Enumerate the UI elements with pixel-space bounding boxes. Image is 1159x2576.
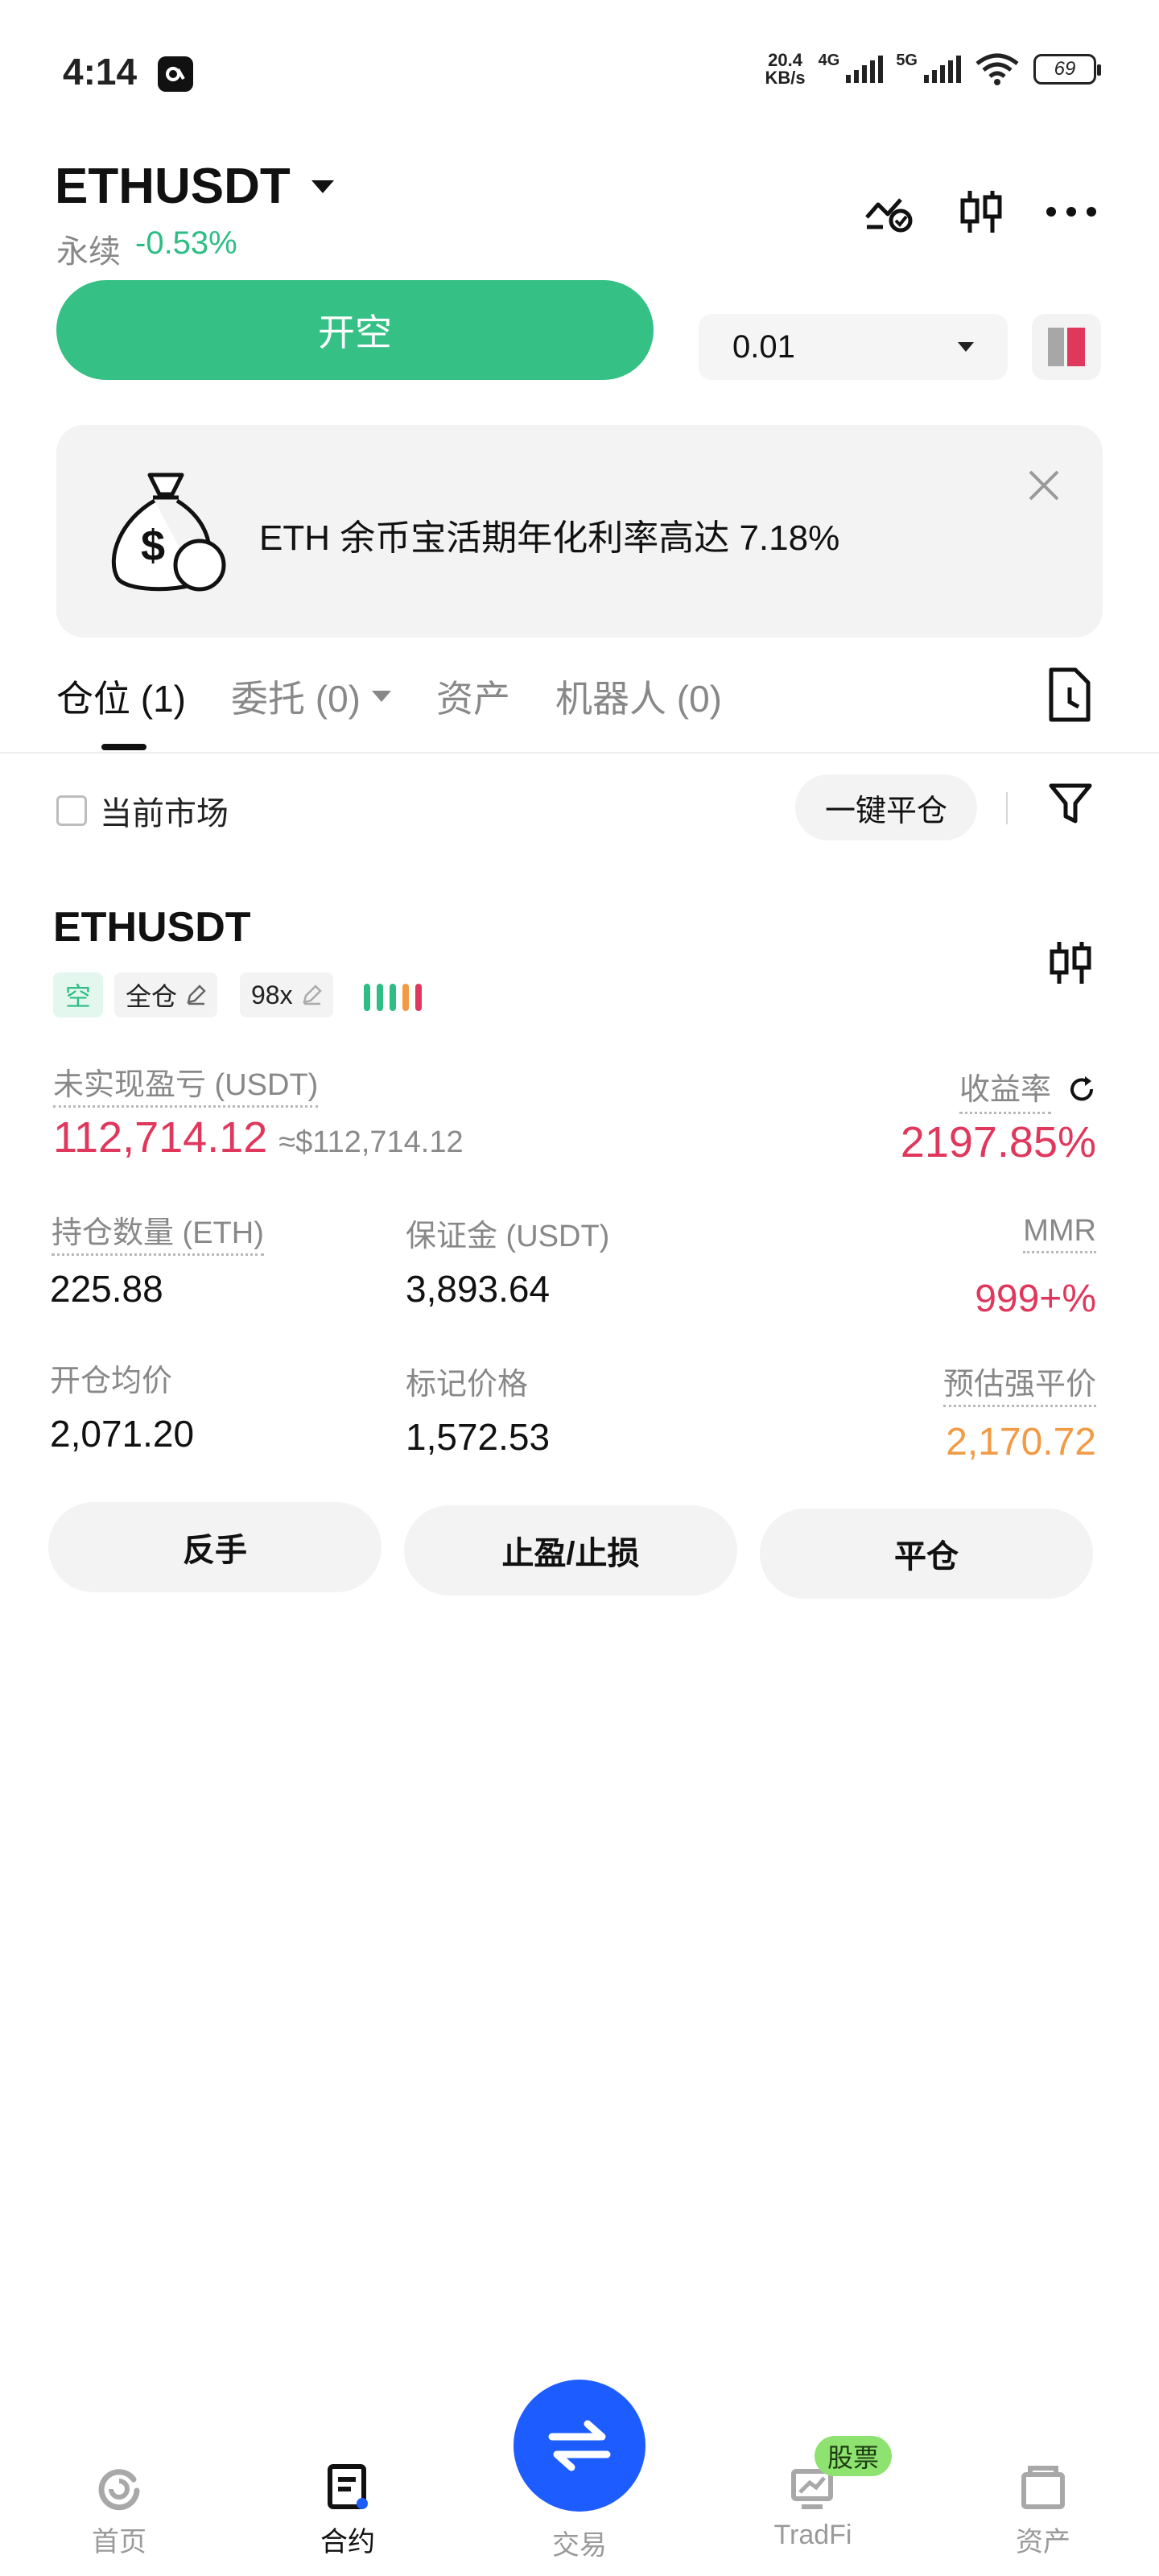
unrealized-pnl-value: 112,714.12 bbox=[53, 1113, 268, 1162]
chevron-down-icon bbox=[372, 691, 391, 702]
swap-arrows-icon bbox=[548, 2420, 611, 2471]
roi-value: 2197.85% bbox=[900, 1118, 1096, 1166]
active-tab-indicator bbox=[101, 744, 146, 750]
position-symbol[interactable]: ETHUSDT bbox=[53, 903, 251, 952]
more-icon[interactable] bbox=[1043, 184, 1099, 240]
signal-icon bbox=[846, 56, 884, 83]
reverse-position-button[interactable]: 反手 bbox=[48, 1502, 382, 1592]
quantity-value: 0.01 bbox=[732, 328, 795, 365]
trend-check-icon[interactable] bbox=[861, 184, 918, 240]
unrealized-pnl-label: 未实现盈亏 (USDT) bbox=[53, 1068, 319, 1108]
leverage-tag[interactable]: 98x bbox=[240, 972, 333, 1018]
trade-button[interactable] bbox=[514, 2380, 645, 2512]
nav-assets[interactable]: 资产 bbox=[987, 2463, 1099, 2559]
margin-value: 3,893.64 bbox=[406, 1268, 551, 1310]
promo-banner-text: ETH 余币宝活期年化利率高达 7.18% bbox=[259, 518, 840, 558]
margin-label: 保证金 (USDT) bbox=[406, 1220, 610, 1253]
wifi-icon bbox=[975, 53, 1019, 85]
divider bbox=[0, 752, 1159, 753]
liquidation-price-label: 预估强平价 bbox=[942, 1368, 1096, 1407]
divider bbox=[1006, 792, 1008, 824]
filter-icon[interactable] bbox=[1046, 779, 1095, 828]
entry-price-value: 2,071.20 bbox=[50, 1413, 195, 1455]
status-indicators: 20.4 KB/s 4G 5G 69 bbox=[765, 50, 1101, 88]
network-type-5g: 5G bbox=[896, 52, 918, 69]
mark-price-value: 1,572.53 bbox=[406, 1416, 551, 1458]
wallet-icon bbox=[1021, 2466, 1065, 2509]
liquidation-price-value: 2,170.72 bbox=[946, 1421, 1096, 1463]
mark-price-label: 标记价格 bbox=[406, 1368, 529, 1402]
edit-icon bbox=[187, 985, 206, 1005]
candlestick-chart-icon[interactable] bbox=[953, 184, 1009, 240]
symbol-name: ETHUSDT bbox=[55, 159, 291, 214]
roi-label: 收益率 bbox=[959, 1064, 1051, 1114]
chevron-down-icon bbox=[958, 342, 974, 352]
order-book-toggle-icon[interactable] bbox=[1032, 314, 1101, 380]
current-market-checkbox[interactable]: 当前市场 bbox=[56, 787, 229, 834]
tab-assets[interactable]: 资产 bbox=[436, 670, 510, 723]
side-tag: 空 bbox=[53, 972, 103, 1018]
network-speed: 20.4 KB/s bbox=[765, 50, 806, 88]
close-position-button[interactable]: 平仓 bbox=[760, 1509, 1093, 1599]
candlestick-chart-icon[interactable] bbox=[1046, 939, 1099, 992]
nav-home[interactable]: 首页 bbox=[63, 2463, 175, 2559]
signal-icon bbox=[924, 56, 961, 83]
checkbox[interactable] bbox=[56, 795, 87, 826]
adl-indicator-icon bbox=[364, 984, 422, 1011]
price-change: -0.53% bbox=[135, 225, 237, 261]
tab-positions[interactable]: 仓位 (1) bbox=[56, 670, 186, 723]
stock-badge: 股票 bbox=[815, 2436, 892, 2476]
position-size-value: 225.88 bbox=[50, 1268, 163, 1310]
mmr-value: 999+% bbox=[975, 1278, 1096, 1320]
app-notification-icon bbox=[158, 56, 193, 92]
tab-orders[interactable]: 委托 (0) bbox=[231, 670, 391, 723]
nav-tradfi[interactable]: TradFi bbox=[757, 2463, 869, 2551]
close-all-button[interactable]: 一键平仓 bbox=[795, 774, 977, 840]
money-bag-icon: $ bbox=[111, 473, 226, 592]
entry-price-label: 开仓均价 bbox=[50, 1364, 173, 1398]
svg-text:$: $ bbox=[141, 522, 165, 570]
network-type-4g: 4G bbox=[818, 52, 840, 69]
chevron-down-icon bbox=[311, 180, 334, 193]
futures-icon bbox=[328, 2464, 368, 2509]
history-icon[interactable] bbox=[1043, 667, 1096, 723]
home-icon bbox=[98, 2469, 140, 2511]
position-size-label: 持仓数量 (ETH) bbox=[52, 1216, 264, 1256]
edit-icon bbox=[302, 985, 322, 1005]
status-time: 4:14 bbox=[63, 51, 138, 93]
refresh-icon[interactable] bbox=[1067, 1075, 1096, 1104]
quantity-select[interactable]: 0.01 bbox=[699, 314, 1008, 380]
symbol-selector[interactable]: ETHUSDT bbox=[55, 158, 334, 215]
tp-sl-button[interactable]: 止盈/止损 bbox=[404, 1505, 737, 1596]
mmr-label: MMR bbox=[1023, 1214, 1096, 1253]
checkbox-label: 当前市场 bbox=[100, 796, 229, 832]
open-short-button[interactable]: 开空 bbox=[56, 280, 654, 380]
position-tabs: 仓位 (1) 委托 (0) 资产 机器人 (0) bbox=[56, 670, 722, 723]
tab-bots[interactable]: 机器人 (0) bbox=[555, 670, 722, 723]
symbol-subtitle: 永续 -0.53% bbox=[56, 225, 237, 272]
battery-icon: 69 bbox=[1033, 54, 1101, 85]
nav-futures[interactable]: 合约 bbox=[291, 2463, 404, 2559]
close-icon[interactable] bbox=[1024, 465, 1064, 506]
unrealized-pnl-usd: ≈$112,714.12 bbox=[278, 1125, 464, 1159]
contract-type: 永续 bbox=[56, 234, 121, 270]
margin-mode-tag[interactable]: 全仓 bbox=[114, 972, 218, 1018]
nav-trade-label[interactable]: 交易 bbox=[514, 2523, 645, 2562]
